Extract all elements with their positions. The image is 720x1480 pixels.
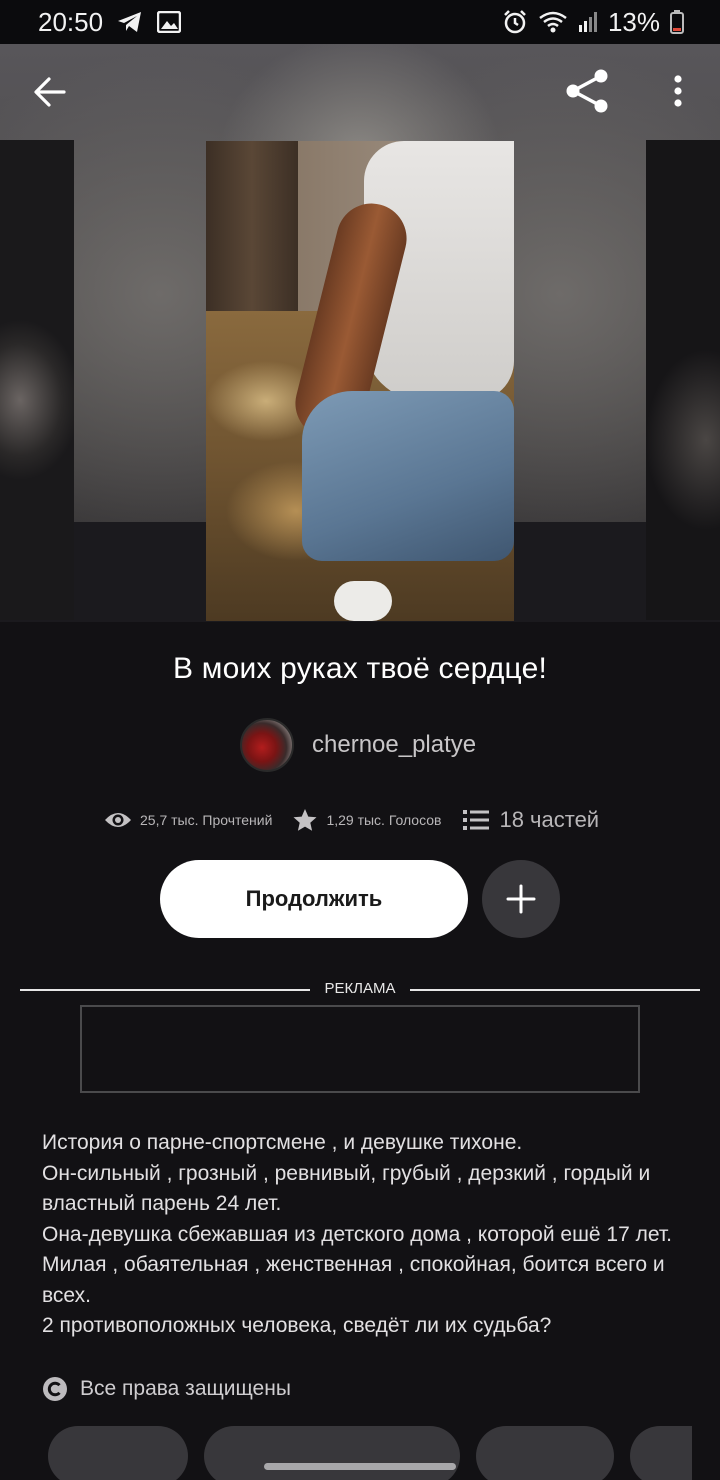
arrow-left-icon: [34, 77, 66, 107]
avatar[interactable]: [240, 718, 294, 772]
ad-divider-right: [410, 989, 700, 991]
add-to-library-button[interactable]: [482, 860, 560, 938]
telegram-icon: [117, 11, 143, 33]
story-details-screen: 20:50 13% В моих руках твоё сердце! cher…: [0, 0, 720, 1480]
tag-chip[interactable]: [630, 1426, 692, 1480]
back-button[interactable]: [24, 68, 76, 116]
share-button[interactable]: [560, 66, 614, 116]
status-time: 20:50: [38, 6, 104, 37]
author-link[interactable]: chernoe_platye: [240, 718, 476, 772]
battery-icon: [670, 10, 684, 34]
share-icon: [566, 69, 608, 113]
status-bar: 20:50 13%: [0, 0, 720, 44]
continue-reading-button[interactable]: Продолжить: [160, 860, 468, 938]
author-name[interactable]: chernoe_platye: [312, 731, 476, 759]
copyright-text: Все права защищены: [80, 1377, 291, 1400]
home-indicator[interactable]: [264, 1463, 456, 1470]
reads-count: 25,7 тыс. Прочтений: [140, 812, 273, 828]
parts-count[interactable]: 18 частей: [499, 807, 599, 833]
description-line: Он-сильный , грозный , ревнивый, грубый …: [42, 1161, 651, 1216]
more-vertical-icon: [674, 75, 682, 107]
ad-divider-left: [20, 989, 310, 991]
story-stats: 25,7 тыс. Прочтений 1,29 тыс. Голосов 18…: [104, 803, 664, 837]
list-icon: [463, 810, 490, 830]
description-line: Она-девушка сбежавшая из детского дома ,…: [42, 1222, 672, 1307]
battery-percent: 13%: [607, 6, 660, 37]
votes-stat: 1,29 тыс. Голосов: [292, 808, 441, 832]
ad-banner[interactable]: [80, 1005, 640, 1093]
gallery-icon: [157, 11, 182, 33]
parts-stat[interactable]: 18 частей: [463, 807, 599, 833]
more-options-button[interactable]: [658, 66, 698, 116]
copyright-notice: Все права защищены: [42, 1376, 291, 1402]
story-cover-image: [206, 141, 514, 621]
story-title: В моих руках твоё сердце!: [173, 652, 547, 685]
next-story-cover[interactable]: [646, 140, 720, 620]
tag-chip[interactable]: [48, 1426, 188, 1480]
eye-icon: [105, 813, 131, 827]
ad-label: РЕКЛАМА: [324, 980, 396, 997]
description-line: 2 противоположных человека, сведёт ли их…: [42, 1314, 552, 1337]
description-line: История о парне-спортсмене , и девушке т…: [42, 1131, 523, 1154]
tag-chip[interactable]: [476, 1426, 614, 1480]
previous-story-cover[interactable]: [0, 140, 74, 620]
cover-carousel[interactable]: [0, 44, 720, 622]
tag-chip[interactable]: [204, 1426, 460, 1480]
signal-icon: [578, 11, 598, 33]
votes-count: 1,29 тыс. Голосов: [326, 812, 442, 828]
copyright-icon: [43, 1377, 67, 1401]
alarm-icon: [502, 9, 528, 35]
reads-stat: 25,7 тыс. Прочтений: [104, 810, 272, 830]
star-icon: [293, 809, 317, 831]
story-description: История о парне-спортсмене , и девушке т…: [42, 1128, 682, 1342]
plus-icon: [506, 884, 536, 914]
wifi-icon: [538, 10, 568, 34]
